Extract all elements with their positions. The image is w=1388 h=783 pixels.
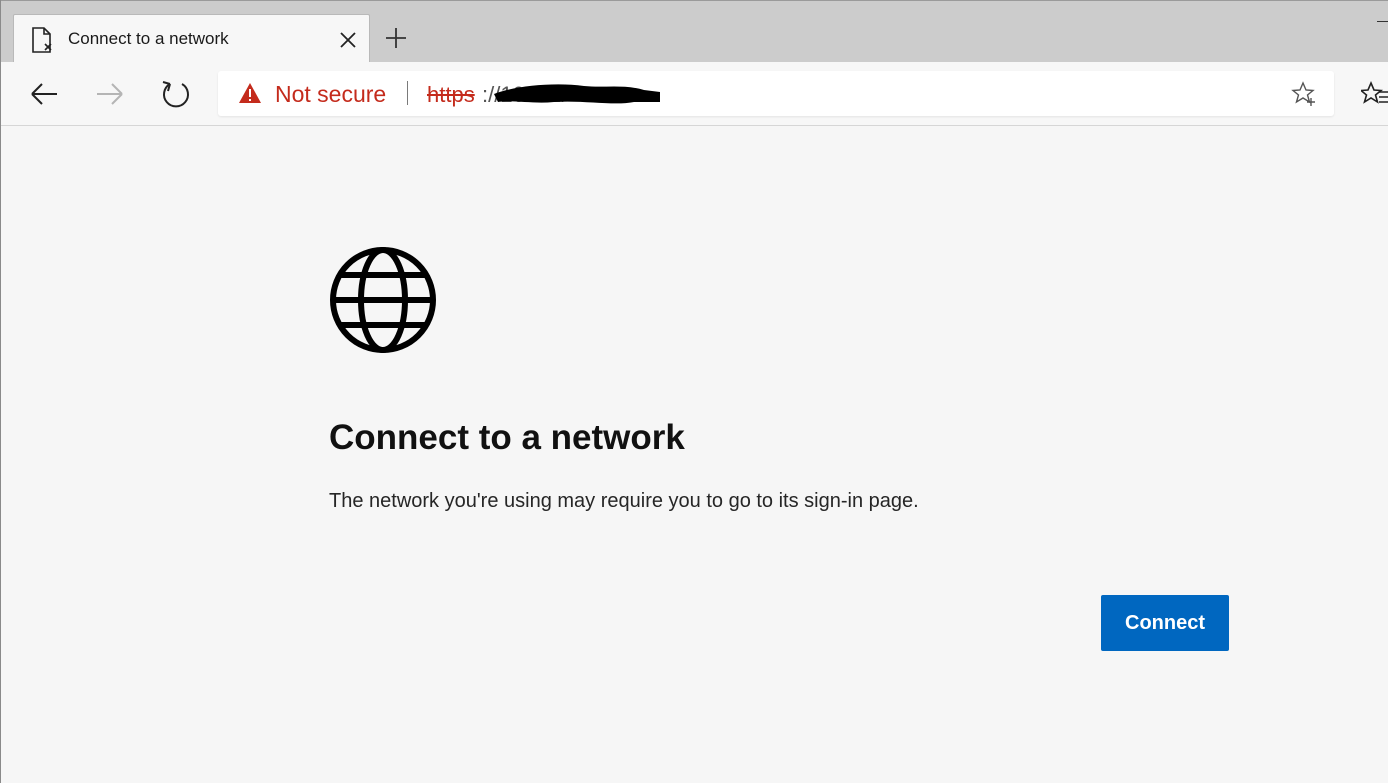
minimize-icon[interactable] [1377,21,1388,22]
tab-connect-to-network[interactable]: Connect to a network [13,14,370,63]
address-bar[interactable]: Not secure https ://10 .01/ [218,71,1334,116]
address-separator [407,81,408,105]
page-description: The network you're using may require you… [329,490,919,512]
redaction-scribble [494,80,660,106]
tab-title: Connect to a network [68,29,229,48]
refresh-icon[interactable] [160,78,192,110]
globe-icon [328,245,438,355]
close-icon[interactable] [339,31,357,49]
page-title: Connect to a network [329,418,685,457]
arrow-right-icon[interactable] [94,78,126,110]
arrow-left-icon[interactable] [28,78,60,110]
star-add-icon[interactable] [1291,81,1317,107]
browser-window: Connect to a network Not secure https Co… [0,0,1388,783]
warning-triangle-icon[interactable] [238,82,262,104]
connect-button[interactable]: Connect [1101,595,1229,651]
tab-strip: Connect to a network [1,0,1388,63]
url-scheme: https [427,82,475,107]
favorites-list-icon[interactable] [1361,80,1388,108]
page-error-icon [30,27,54,53]
security-label[interactable]: Not secure [275,81,386,108]
browser-toolbar: Not secure https ://10 .01/ [1,62,1388,126]
plus-icon[interactable] [383,25,409,51]
page-content: Connect to a network The network you're … [1,126,1388,783]
